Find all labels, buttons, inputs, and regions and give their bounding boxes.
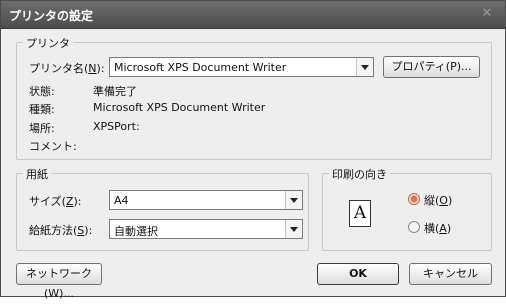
landscape-radio[interactable]: [408, 221, 420, 233]
paper-group-label: 用紙: [23, 166, 51, 182]
orientation-group-label: 印刷の向き: [329, 166, 390, 182]
comment-label: コメント:: [29, 140, 77, 153]
portrait-radio[interactable]: [408, 193, 420, 205]
paper-group: 用紙: [16, 166, 309, 251]
location-value: XPSPort:: [93, 120, 140, 133]
close-icon[interactable]: ✕: [479, 6, 495, 22]
paper-size-label: サイズ(Z):: [29, 195, 82, 208]
status-label: 状態:: [29, 85, 55, 98]
type-value: Microsoft XPS Document Writer: [93, 101, 266, 114]
landscape-radio-label[interactable]: 横(A): [424, 220, 451, 236]
printer-settings-dialog: プリンタの設定 ✕ プリンタ プリンタ名(N): Microsoft XPS D…: [0, 0, 506, 300]
orientation-group: 印刷の向き: [322, 166, 492, 251]
paper-size-value: A4: [114, 194, 129, 207]
type-label: 種類:: [29, 103, 55, 116]
printer-name-select[interactable]: Microsoft XPS Document Writer: [109, 57, 374, 77]
title-bar[interactable]: プリンタの設定 ✕: [1, 1, 505, 29]
paper-size-select[interactable]: A4: [109, 190, 303, 210]
network-button[interactable]: ネットワーク(W)...: [16, 263, 102, 300]
portrait-orientation-icon: A: [349, 200, 371, 227]
paper-source-value: 自動選択: [114, 225, 158, 238]
chevron-down-icon[interactable]: [285, 191, 302, 209]
dialog-title: プリンタの設定: [9, 9, 94, 23]
printer-name-value: Microsoft XPS Document Writer: [114, 61, 287, 74]
ok-button[interactable]: OK: [317, 263, 399, 285]
cancel-button[interactable]: キャンセル: [409, 263, 492, 285]
paper-source-select[interactable]: 自動選択: [109, 219, 303, 239]
location-label: 場所:: [29, 122, 55, 135]
printer-group-label: プリンタ: [23, 35, 73, 51]
status-value: 準備完了: [93, 85, 137, 98]
chevron-down-icon[interactable]: [285, 220, 302, 238]
paper-source-label: 給紙方法(S):: [29, 224, 93, 237]
printer-name-label: プリンタ名(N):: [29, 62, 105, 75]
portrait-radio-label[interactable]: 縦(O): [424, 192, 452, 208]
chevron-down-icon[interactable]: [356, 58, 373, 76]
properties-button[interactable]: プロパティ(P)...: [383, 56, 480, 78]
